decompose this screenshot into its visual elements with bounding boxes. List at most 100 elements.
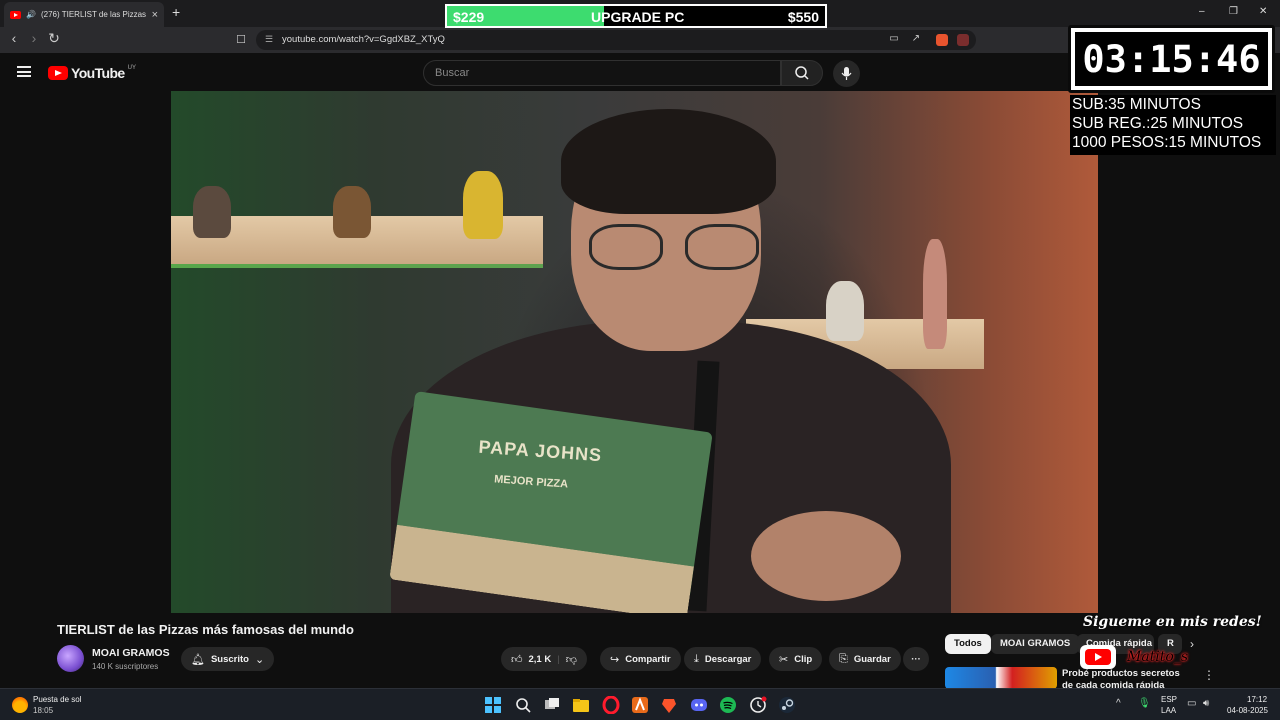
network-icon[interactable]: ▭ — [1187, 698, 1196, 709]
search-placeholder: Buscar — [435, 67, 470, 79]
video-player[interactable]: PAPA JOHNS MEJOR PIZZA — [171, 91, 1098, 613]
figure-toy-3 — [463, 171, 503, 239]
timer-value: 03:15:46 — [1075, 32, 1268, 86]
figure-toy-4 — [826, 281, 864, 341]
tab-close-button[interactable]: × — [152, 9, 158, 21]
goal-target: $550 — [787, 9, 819, 25]
site-settings-icon[interactable]: ☰ — [265, 34, 273, 45]
chip-channel[interactable]: MOAI GRAMOS — [991, 634, 1080, 654]
weather-sunset-icon[interactable] — [12, 697, 28, 713]
pizza-slogan-text: MEJOR PIZZA — [493, 473, 569, 491]
channel-name[interactable]: MOAI GRAMOS — [92, 647, 170, 659]
video-title: TIERLIST de las Pizzas más famosas del m… — [57, 622, 354, 637]
voice-search-button[interactable] — [833, 60, 860, 87]
figure-toy-5 — [923, 239, 947, 349]
browser-tab[interactable]: 🔊 (276) TIERLIST de las Pizzas más famos… — [4, 2, 164, 27]
share-page-icon[interactable]: ↗ — [906, 33, 926, 44]
clock-date[interactable]: 04-08-2025 — [1227, 706, 1268, 715]
share-label: Compartir — [625, 653, 671, 665]
file-explorer-icon[interactable] — [572, 696, 590, 714]
recommended-thumbnail[interactable] — [945, 667, 1057, 689]
chip-todos[interactable]: Todos — [945, 634, 991, 654]
weather-time: 18:05 — [33, 706, 54, 715]
social-handle: Matito_s — [1127, 649, 1189, 665]
recommended-more-icon[interactable]: ⋮ — [1203, 668, 1215, 682]
like-button[interactable]: 👍︎ 2,1 K | 👎︎ — [501, 647, 587, 671]
save-label: Guardar — [853, 653, 891, 665]
subscribed-button[interactable]: 🔔︎ Suscrito ⌄ — [181, 647, 275, 671]
tray-overflow-icon[interactable]: ^ — [1116, 698, 1121, 709]
opera-icon[interactable] — [602, 696, 620, 714]
reload-button[interactable]: ↻ — [44, 30, 64, 47]
brave-browser-icon[interactable] — [660, 696, 678, 714]
minimize-button[interactable]: – — [1199, 6, 1205, 17]
more-icon: ··· — [911, 653, 921, 665]
youtube-logo[interactable]: YouTube UY — [48, 65, 136, 81]
tab-title: (276) TIERLIST de las Pizzas más famosas… — [40, 10, 147, 19]
clock-app-icon[interactable] — [749, 696, 767, 714]
clip-label: Clip — [794, 653, 813, 665]
microphone-tray-icon[interactable]: 🎙︎ — [1138, 698, 1151, 709]
youtube-play-icon — [48, 66, 68, 80]
rate-sub: SUB:35 MINUTOS — [1072, 96, 1201, 113]
subscriber-count: 140 K suscriptores — [92, 662, 159, 671]
back-button[interactable]: ‹ — [4, 30, 24, 46]
download-button[interactable]: ⤓ Descargar — [684, 647, 762, 671]
close-window-button[interactable]: ✕ — [1259, 6, 1267, 17]
weather-label[interactable]: Puesta de sol — [33, 695, 81, 704]
task-view-icon[interactable] — [543, 696, 561, 714]
chips-next-icon[interactable]: › — [1190, 637, 1194, 651]
windows-taskbar: Puesta de sol 18:05 ^ 🎙︎ ESP LAA ▭ 🔊︎ 17… — [0, 688, 1280, 720]
search-input[interactable]: Buscar — [423, 60, 781, 86]
youtube-favicon-icon — [10, 10, 21, 19]
url-text: youtube.com/watch?v=GgdXBZ_XTyQ — [282, 34, 445, 45]
steam-icon[interactable] — [778, 696, 796, 714]
windows-start-icon[interactable] — [484, 696, 502, 714]
bookmark-save-icon: ⎘ — [839, 652, 848, 665]
app-a-icon[interactable] — [631, 696, 649, 714]
chevron-down-icon: ⌄ — [254, 653, 265, 666]
download-icon: ⤓ — [694, 652, 699, 665]
clip-button[interactable]: ✂ Clip — [769, 647, 823, 671]
share-button[interactable]: ↪ Compartir — [600, 647, 681, 671]
more-actions-button[interactable]: ··· — [903, 647, 929, 671]
discord-icon[interactable] — [690, 696, 708, 714]
pizza-brand-text: PAPA JOHNS — [477, 436, 603, 466]
spotify-icon[interactable] — [719, 696, 737, 714]
brave-shields-icon[interactable] — [936, 34, 948, 46]
channel-avatar[interactable] — [57, 645, 84, 672]
bookmark-icon[interactable]: ☐ — [231, 33, 251, 46]
person-hair — [561, 109, 776, 214]
save-button[interactable]: ⎘ Guardar — [829, 647, 901, 671]
clock-time[interactable]: 17:12 — [1247, 695, 1267, 704]
volume-icon[interactable]: 🔊︎ — [1203, 698, 1209, 709]
speaker-icon[interactable]: 🔊 — [26, 10, 36, 19]
glasses — [589, 224, 769, 274]
figure-toy-1 — [193, 186, 231, 238]
hand — [751, 511, 901, 601]
youtube-badge-icon — [1080, 645, 1116, 669]
taskbar-search-icon[interactable] — [514, 696, 532, 714]
bell-icon: 🔔︎ — [191, 653, 205, 666]
like-count: 2,1 K — [528, 653, 552, 665]
subathon-timer: 03:15:46 — [1068, 25, 1275, 93]
url-field[interactable]: ☰ youtube.com/watch?v=GgdXBZ_XTyQ — [256, 30, 976, 50]
keyboard-language[interactable]: ESP — [1161, 695, 1177, 704]
like-divider: | — [557, 653, 560, 665]
brave-rewards-icon[interactable] — [957, 34, 969, 46]
country-code: UY — [127, 65, 136, 71]
recommended-title[interactable]: Probé productos secretos de cada comida … — [1062, 668, 1192, 688]
menu-icon[interactable] — [17, 66, 31, 77]
maximize-button[interactable]: ❐ — [1229, 6, 1238, 17]
download-label: Descargar — [704, 653, 752, 665]
follow-overlay-text: Sigueme en mis redes! — [1083, 614, 1262, 630]
new-tab-button[interactable]: + — [172, 4, 180, 20]
forward-button[interactable]: › — [24, 30, 44, 46]
rate-pesos: 1000 PESOS:15 MINUTOS — [1072, 134, 1262, 151]
search-button[interactable] — [781, 60, 823, 86]
cast-icon[interactable]: ▭ — [884, 33, 904, 44]
donation-goal-bar: $229 UPGRADE PC $550 — [445, 4, 827, 28]
figure-toy-2 — [333, 186, 371, 238]
keyboard-layout[interactable]: LAA — [1161, 706, 1176, 715]
thumbs-down-icon[interactable]: 👎︎ — [566, 653, 577, 666]
